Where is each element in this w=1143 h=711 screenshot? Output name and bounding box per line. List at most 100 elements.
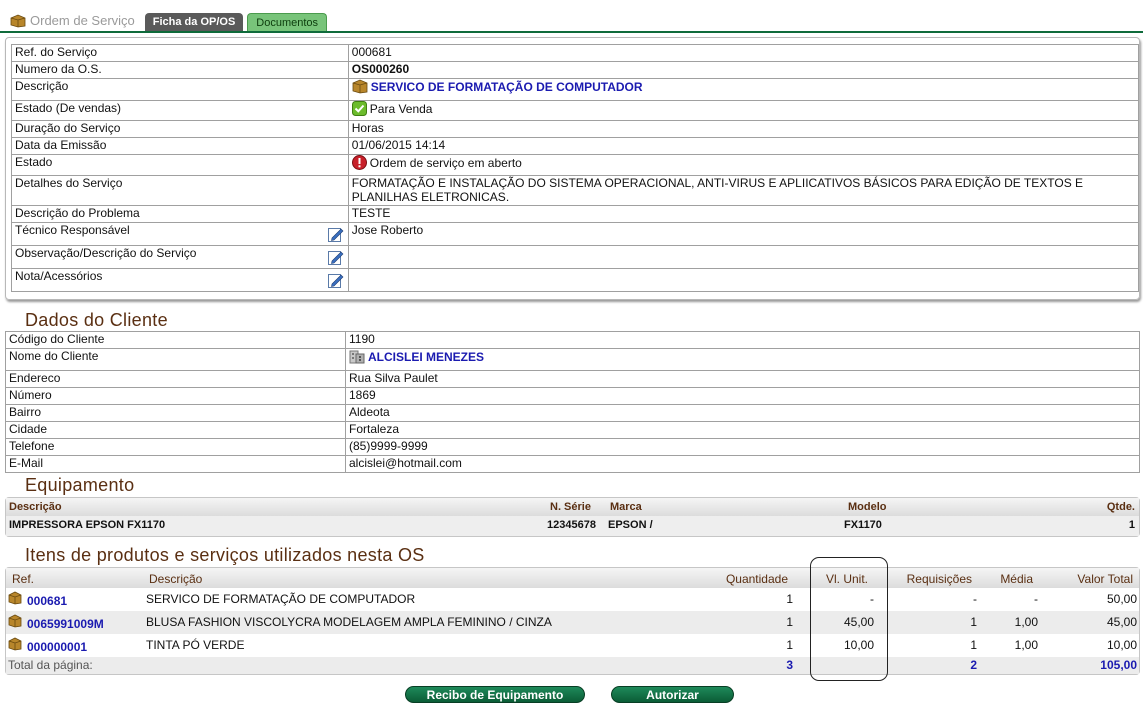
problem-value: TESTE bbox=[347, 205, 1140, 223]
equipment-header: Descrição N. Série Marca Modelo Qtde. bbox=[6, 498, 1139, 516]
edit-icon[interactable] bbox=[327, 272, 345, 288]
tech-label-cell: Técnico Responsável bbox=[11, 222, 349, 246]
item-ref-link[interactable]: 0065991009M bbox=[27, 617, 104, 631]
client-district-label: Bairro bbox=[5, 404, 346, 422]
item-avg: 1,00 bbox=[1014, 638, 1038, 652]
item-desc: SERVICO DE FORMATAÇÃO DE COMPUTADOR bbox=[146, 592, 416, 606]
edit-icon[interactable] bbox=[327, 249, 345, 265]
client-name-link[interactable]: ALCISLEI MENEZES bbox=[368, 350, 484, 364]
items-header-unit: Vl. Unit. bbox=[825, 572, 868, 586]
item-qty: 1 bbox=[786, 592, 793, 606]
row-client-phone: Telefone (85)9999-9999 bbox=[5, 438, 1140, 456]
state-value: Ordem de serviço em aberto bbox=[369, 156, 522, 170]
items-header-ref: Ref. bbox=[12, 572, 35, 586]
client-name-cell: ALCISLEI MENEZES bbox=[345, 348, 1140, 371]
footer-req: 2 bbox=[970, 658, 977, 672]
receipt-button[interactable]: Recibo de Equipamento bbox=[405, 686, 585, 703]
duration-value: Horas bbox=[347, 120, 1140, 138]
item-req: 1 bbox=[970, 638, 977, 652]
eq-qty: 1 bbox=[1128, 519, 1135, 531]
tech-value: Jose Roberto bbox=[347, 222, 1140, 246]
client-city-value: Fortaleza bbox=[345, 421, 1140, 439]
notes-value bbox=[347, 268, 1140, 292]
os-value: OS000260 bbox=[347, 61, 1140, 79]
service-description-link[interactable]: SERVICO DE FORMATAÇÃO DE COMPUTADOR bbox=[371, 80, 643, 94]
notes-label: Nota/Acessórios bbox=[15, 269, 103, 283]
row-details: Detalhes do Serviço FORMATAÇÃO E INSTALA… bbox=[11, 175, 1140, 206]
client-table: Código do Cliente 1190 Nome do Cliente A… bbox=[5, 331, 1140, 473]
item-avg: - bbox=[1034, 592, 1038, 606]
tab-underline bbox=[0, 31, 1143, 33]
row-client-email: E-Mail alcislei@hotmail.com bbox=[5, 455, 1140, 473]
check-icon bbox=[351, 101, 367, 116]
row-sales-state: Estado (De vendas) Para Venda bbox=[11, 100, 1140, 121]
items-table: Ref. Descrição Quantidade Vl. Unit. Requ… bbox=[5, 567, 1140, 675]
sales-state-label: Estado (De vendas) bbox=[11, 100, 349, 121]
item-qty: 1 bbox=[786, 615, 793, 629]
service-panel: Ref. do Serviço 000681 Numero da O.S. OS… bbox=[5, 37, 1140, 300]
building-icon bbox=[349, 350, 365, 364]
item-total: 50,00 bbox=[1106, 592, 1137, 606]
item-unit: 10,00 bbox=[843, 638, 874, 652]
client-section-title: Dados do Cliente bbox=[25, 310, 168, 330]
box-icon bbox=[10, 14, 26, 27]
row-date: Data da Emissão 01/06/2015 14:14 bbox=[11, 137, 1140, 155]
items-header: Ref. Descrição Quantidade Vl. Unit. Requ… bbox=[6, 568, 1139, 588]
details-label: Detalhes do Serviço bbox=[11, 175, 349, 206]
desc-cell: SERVICO DE FORMATAÇÃO DE COMPUTADOR bbox=[347, 78, 1140, 101]
client-address-label: Endereco bbox=[5, 370, 346, 388]
client-phone-label: Telefone bbox=[5, 438, 346, 456]
box-icon bbox=[8, 614, 22, 628]
desc-label: Descrição bbox=[11, 78, 349, 101]
row-client-code: Código do Cliente 1190 bbox=[5, 331, 1140, 349]
item-ref-link[interactable]: 000000001 bbox=[27, 640, 87, 654]
footer-label: Total da página: bbox=[8, 658, 93, 672]
item-desc: BLUSA FASHION VISCOLYCRA MODELAGEM AMPLA… bbox=[146, 615, 552, 629]
tab-ficha[interactable]: Ficha da OP/OS bbox=[144, 13, 244, 32]
eq-header-desc: Descrição bbox=[9, 501, 62, 513]
client-code-value: 1190 bbox=[345, 331, 1140, 349]
row-client-name: Nome do Cliente ALCISLEI MENEZES bbox=[5, 348, 1140, 371]
obs-label-cell: Observação/Descrição do Serviço bbox=[11, 245, 349, 269]
client-name-label: Nome do Cliente bbox=[5, 348, 346, 371]
duration-label: Duração do Serviço bbox=[11, 120, 349, 138]
state-label: Estado bbox=[11, 154, 349, 176]
row-client-number: Número 1869 bbox=[5, 387, 1140, 405]
item-desc: TINTA PÓ VERDE bbox=[146, 638, 245, 652]
row-client-city: Cidade Fortaleza bbox=[5, 421, 1140, 439]
date-value: 01/06/2015 14:14 bbox=[347, 137, 1140, 155]
edit-icon[interactable] bbox=[327, 226, 345, 242]
tab-bar: Ordem de Serviço Ficha da OP/OS Document… bbox=[10, 10, 328, 32]
equipment-row: IMPRESSORA EPSON FX1170 12345678 EPSON /… bbox=[6, 516, 1139, 536]
eq-header-brand: Marca bbox=[610, 501, 642, 513]
row-os: Numero da O.S. OS000260 bbox=[11, 61, 1140, 79]
client-district-value: Aldeota bbox=[345, 404, 1140, 422]
ref-label: Ref. do Serviço bbox=[11, 44, 349, 62]
obs-value bbox=[347, 245, 1140, 269]
item-avg: 1,00 bbox=[1014, 615, 1038, 629]
client-email-value: alcislei@hotmail.com bbox=[345, 455, 1140, 473]
authorize-button[interactable]: Autorizar bbox=[611, 686, 734, 703]
tab-documentos[interactable]: Documentos bbox=[247, 13, 328, 32]
eq-model: FX1170 bbox=[844, 519, 882, 531]
table-row: 000000001 TINTA PÓ VERDE 1 10,00 1 1,00 … bbox=[6, 634, 1139, 657]
row-duration: Duração do Serviço Horas bbox=[11, 120, 1140, 138]
items-section-title: Itens de produtos e serviços utilizados … bbox=[25, 545, 425, 565]
row-tech: Técnico Responsável Jose Roberto bbox=[11, 222, 1140, 246]
row-obs: Observação/Descrição do Serviço bbox=[11, 245, 1140, 269]
tab-ordem-servico[interactable]: Ordem de Serviço bbox=[10, 13, 141, 32]
row-state: Estado Ordem de serviço em aberto bbox=[11, 154, 1140, 176]
item-unit: 45,00 bbox=[843, 615, 874, 629]
tech-label: Técnico Responsável bbox=[15, 223, 130, 237]
alert-icon bbox=[351, 155, 367, 170]
item-ref-link[interactable]: 000681 bbox=[27, 594, 67, 608]
row-notes: Nota/Acessórios bbox=[11, 268, 1140, 292]
sales-state-cell: Para Venda bbox=[347, 100, 1140, 121]
footer-qty: 3 bbox=[786, 658, 793, 672]
client-email-label: E-Mail bbox=[5, 455, 346, 473]
item-req: - bbox=[973, 592, 977, 606]
row-problem: Descrição do Problema TESTE bbox=[11, 205, 1140, 223]
eq-header-qty: Qtde. bbox=[1106, 501, 1135, 513]
item-qty: 1 bbox=[786, 638, 793, 652]
equipment-table: Descrição N. Série Marca Modelo Qtde. IM… bbox=[5, 497, 1140, 537]
